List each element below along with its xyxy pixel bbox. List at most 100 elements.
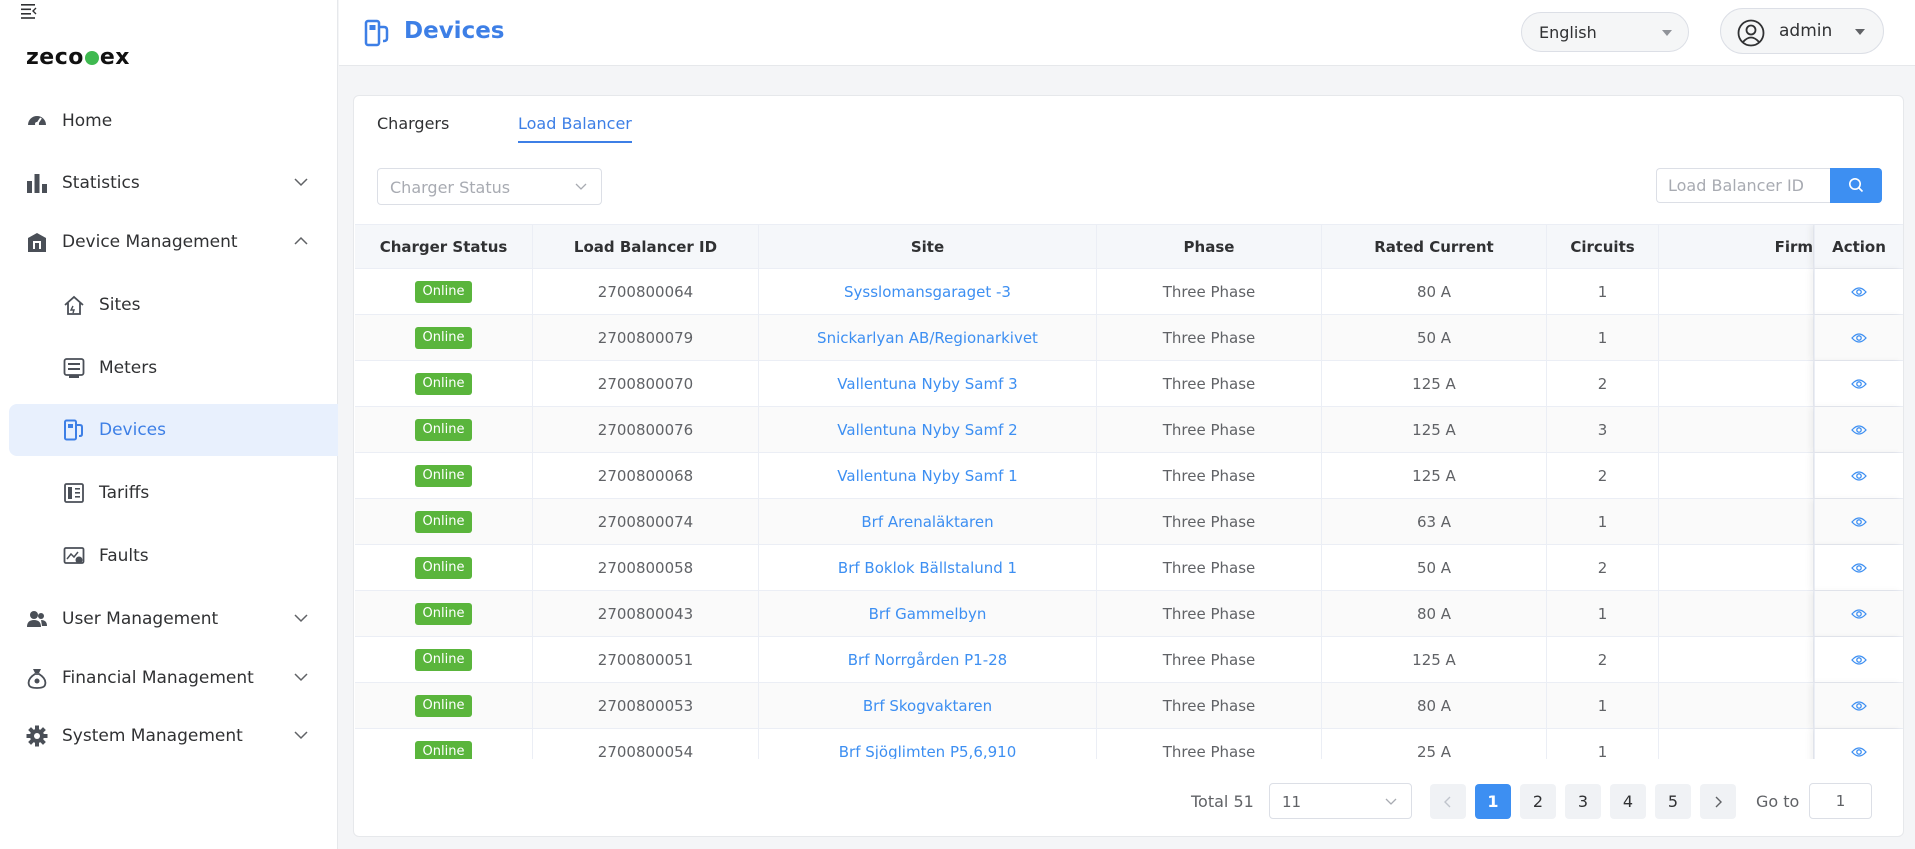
goto-page-input[interactable] [1809, 783, 1872, 819]
rated-current-cell: 80 A [1322, 269, 1547, 314]
view-button[interactable] [1814, 453, 1903, 498]
search-button[interactable] [1830, 168, 1882, 203]
sidebar-item-label: Home [62, 111, 113, 131]
site-link[interactable]: Brf Norrgården P1-28 [759, 637, 1097, 682]
eye-icon [1851, 654, 1867, 666]
load-balancer-id-cell: 2700800074 [533, 499, 759, 544]
status-cell: Online [355, 729, 533, 759]
view-button[interactable] [1814, 269, 1903, 314]
sidebar-item-devices[interactable]: Devices [9, 404, 338, 456]
user-avatar-icon [1737, 19, 1765, 47]
site-link[interactable]: Brf Boklok Bällstalund 1 [759, 545, 1097, 590]
firmware-cell [1659, 453, 1814, 498]
site-link[interactable]: Sysslomansgaraget -3 [759, 269, 1097, 314]
phase-cell: Three Phase [1097, 315, 1322, 360]
pagination: Total 51 11 1 2 3 4 5 Go to [354, 781, 1905, 821]
site-link[interactable]: Vallentuna Nyby Samf 3 [759, 361, 1097, 406]
view-button[interactable] [1814, 683, 1903, 728]
sidebar-item-tariffs[interactable]: Tariffs [9, 467, 338, 519]
sidebar-item-home[interactable]: Home [9, 95, 338, 147]
device-icon [364, 19, 389, 47]
sidebar-item-label: System Management [62, 726, 243, 746]
view-button[interactable] [1814, 499, 1903, 544]
page-button[interactable]: 2 [1520, 784, 1556, 819]
top-header: Devices English admin [339, 0, 1915, 66]
app-logo: zeco ex [26, 45, 131, 70]
table-row: Online 2700800053 Brf Skogvaktaren Three Ph… [355, 683, 1903, 729]
table-row: Online 2700800043 Brf Gammelbyn Three Phase… [355, 591, 1903, 637]
prev-page-button[interactable] [1430, 784, 1466, 819]
page-size-select[interactable]: 11 [1269, 783, 1412, 819]
sidebar-item-label: Devices [99, 420, 166, 440]
eye-icon [1851, 700, 1867, 712]
sidebar-item-label: Tariffs [99, 483, 150, 503]
site-link[interactable]: Vallentuna Nyby Samf 1 [759, 453, 1097, 498]
sidebar-item-device-management[interactable]: Device Management [9, 216, 338, 268]
sidebar-item-faults[interactable]: Faults [9, 530, 338, 582]
site-link[interactable]: Brf Gammelbyn [759, 591, 1097, 636]
user-menu-button[interactable]: admin [1720, 8, 1884, 54]
table-row: Online 2700800064 Sysslomansgaraget -3 Thre… [355, 269, 1903, 315]
site-link[interactable]: Brf Sjöglimten P5,6,910 [759, 729, 1097, 759]
load-balancer-id-cell: 2700800070 [533, 361, 759, 406]
firmware-cell [1659, 637, 1814, 682]
sidebar-item-system-management[interactable]: System Management [9, 710, 338, 762]
column-header-firmware: Firm [1659, 225, 1814, 268]
view-button[interactable] [1814, 407, 1903, 452]
firmware-cell [1659, 499, 1814, 544]
language-value: English [1539, 23, 1597, 42]
language-select[interactable]: English [1521, 12, 1689, 52]
site-link[interactable]: Snickarlyan AB/Regionarkivet [759, 315, 1097, 360]
rated-current-cell: 125 A [1322, 453, 1547, 498]
dashboard-icon [28, 116, 46, 126]
sidebar-item-label: Sites [99, 295, 141, 315]
device-icon [64, 419, 83, 441]
tab-chargers[interactable]: Chargers [377, 114, 449, 133]
status-badge: Online [414, 648, 473, 671]
view-button[interactable] [1814, 315, 1903, 360]
status-cell: Online [355, 453, 533, 498]
column-header-phase: Phase [1097, 225, 1322, 268]
firmware-cell [1659, 269, 1814, 314]
next-page-button[interactable] [1700, 784, 1736, 819]
phase-cell: Three Phase [1097, 269, 1322, 314]
tariff-icon [64, 483, 84, 503]
site-link[interactable]: Brf Arenaläktaren [759, 499, 1097, 544]
page-button[interactable]: 4 [1610, 784, 1646, 819]
sidebar-item-statistics[interactable]: Statistics [9, 157, 338, 209]
site-link[interactable]: Brf Skogvaktaren [759, 683, 1097, 728]
view-button[interactable] [1814, 637, 1903, 682]
sidebar-item-label: Meters [99, 358, 158, 378]
view-button[interactable] [1814, 729, 1903, 759]
phase-cell: Three Phase [1097, 361, 1322, 406]
sidebar-item-sites[interactable]: Sites [9, 279, 338, 331]
chevron-down-icon [294, 731, 308, 740]
page-title: Devices [404, 18, 505, 44]
view-button[interactable] [1814, 591, 1903, 636]
rated-current-cell: 63 A [1322, 499, 1547, 544]
status-badge: Online [414, 602, 473, 625]
users-icon [27, 611, 47, 627]
menu-toggle-icon[interactable] [20, 2, 38, 20]
phase-cell: Three Phase [1097, 545, 1322, 590]
view-button[interactable] [1814, 361, 1903, 406]
sidebar-item-meters[interactable]: Meters [9, 342, 338, 394]
site-link[interactable]: Vallentuna Nyby Samf 2 [759, 407, 1097, 452]
tab-load-balancer[interactable]: Load Balancer [518, 114, 632, 133]
sidebar-item-user-management[interactable]: User Management [9, 593, 338, 645]
chevron-down-icon [1385, 798, 1397, 805]
page-button[interactable]: 3 [1565, 784, 1601, 819]
phase-cell: Three Phase [1097, 453, 1322, 498]
circuits-cell: 2 [1547, 453, 1659, 498]
sidebar-item-financial-management[interactable]: Financial Management [9, 652, 338, 704]
status-cell: Online [355, 407, 533, 452]
load-balancer-id-cell: 2700800079 [533, 315, 759, 360]
page-button[interactable]: 1 [1475, 784, 1511, 819]
status-badge: Online [414, 740, 473, 759]
charger-status-select[interactable]: Charger Status [377, 168, 602, 205]
status-badge: Online [414, 326, 473, 349]
view-button[interactable] [1814, 545, 1903, 590]
column-header-charger-status: Charger Status [355, 225, 533, 268]
page-button[interactable]: 5 [1655, 784, 1691, 819]
load-balancer-id-input[interactable] [1656, 168, 1830, 203]
